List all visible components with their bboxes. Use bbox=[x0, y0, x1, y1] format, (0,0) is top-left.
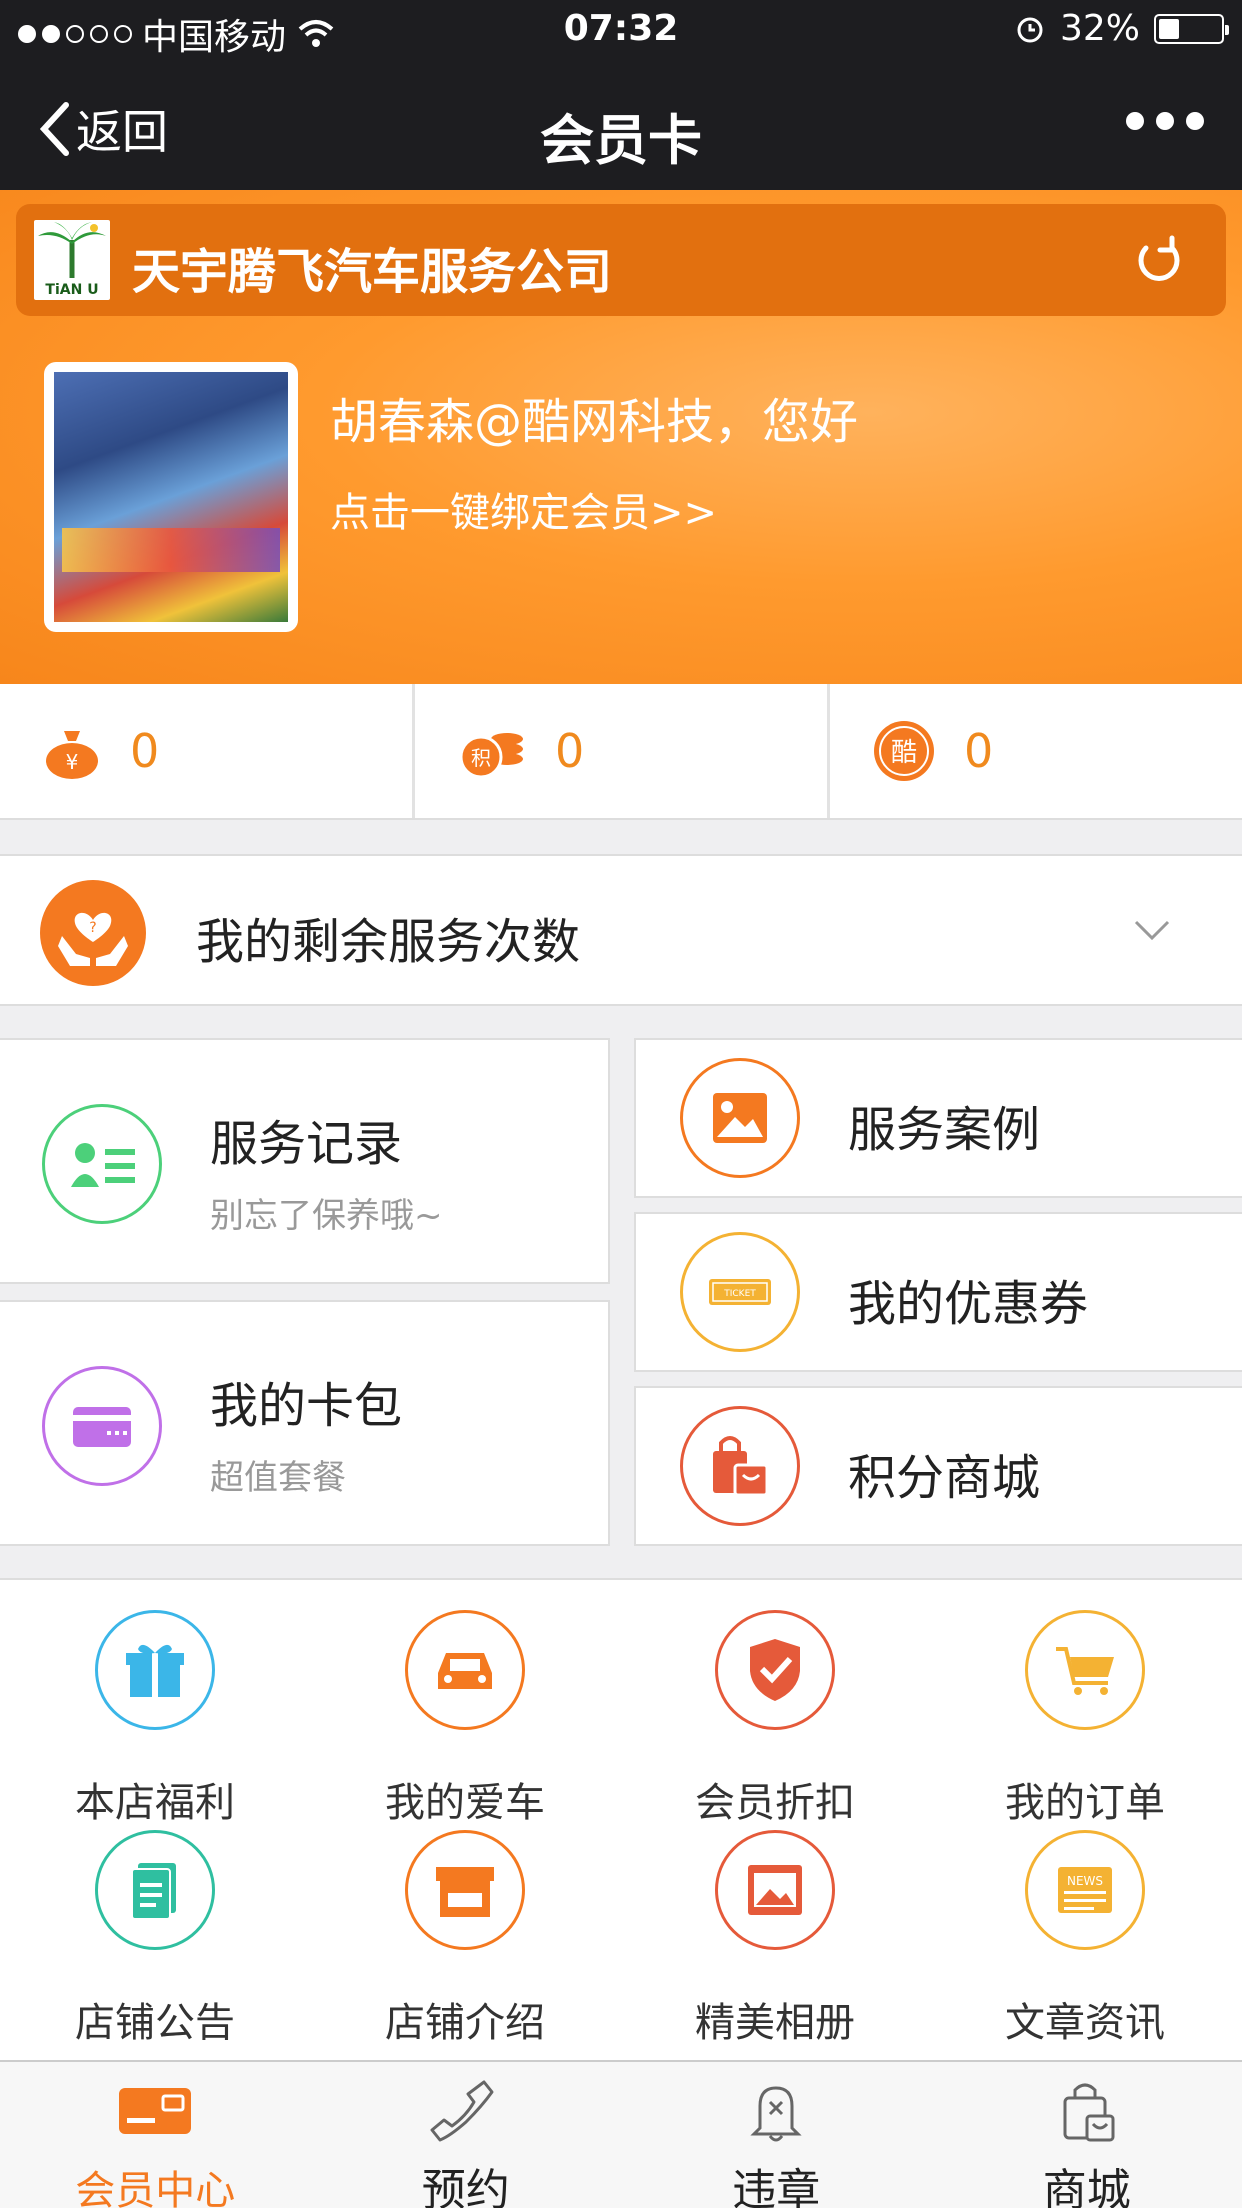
service-record-title: 服务记录 bbox=[210, 1116, 403, 1172]
svg-text:TICKET: TICKET bbox=[723, 1289, 756, 1299]
company-logo: TiAN U bbox=[34, 220, 110, 300]
refresh-icon[interactable] bbox=[1132, 234, 1184, 286]
service-record-card[interactable]: 服务记录 别忘了保养哦~ bbox=[0, 1038, 610, 1284]
grid-label: 本店福利 bbox=[75, 1780, 235, 1826]
bell-icon bbox=[750, 2086, 802, 2142]
svg-text:积: 积 bbox=[471, 746, 491, 770]
grid-item-store-benefits[interactable]: 本店福利 bbox=[0, 1610, 310, 1826]
service-cases-card[interactable]: 服务案例 bbox=[634, 1038, 1242, 1198]
shield-check-icon bbox=[715, 1610, 835, 1730]
grid-item-my-orders[interactable]: 我的订单 bbox=[930, 1610, 1240, 1826]
service-record-icon bbox=[42, 1104, 162, 1224]
money-bag-icon: ¥ bbox=[46, 731, 98, 779]
bottom-tab-bar: 会员中心 预约 违章 商城 bbox=[0, 2060, 1242, 2208]
svg-text:酷: 酷 bbox=[891, 738, 917, 768]
member-greeting: 胡春森@酷网科技，您好 bbox=[330, 394, 859, 450]
tab-label: 违章 bbox=[732, 2165, 821, 2208]
svg-text:¥: ¥ bbox=[66, 750, 79, 774]
chevron-down-icon bbox=[1134, 920, 1170, 941]
grid-label: 文章资讯 bbox=[1005, 2000, 1165, 2046]
tab-mall[interactable]: 商城 bbox=[932, 2062, 1242, 2208]
grid-label: 店铺公告 bbox=[75, 2000, 235, 2046]
more-menu-button[interactable] bbox=[1126, 112, 1204, 130]
grid-label: 我的爱车 bbox=[385, 1780, 545, 1826]
member-avatar[interactable] bbox=[44, 362, 298, 632]
shopping-bags-icon bbox=[680, 1406, 800, 1526]
cool-coin-stat[interactable]: 酷 0 bbox=[830, 684, 1242, 818]
svg-text:NEWS: NEWS bbox=[1067, 1874, 1103, 1888]
grid-item-articles[interactable]: NEWS 文章资讯 bbox=[930, 1830, 1240, 2046]
grid-item-member-discount[interactable]: 会员折扣 bbox=[620, 1610, 930, 1826]
remaining-services-row[interactable]: ? 我的剩余服务次数 bbox=[0, 854, 1242, 1006]
cool-coin-icon: 酷 bbox=[874, 721, 934, 781]
points-mall-title: 积分商城 bbox=[848, 1450, 1041, 1506]
balance-value: 0 bbox=[130, 724, 160, 778]
points-value: 0 bbox=[555, 724, 585, 778]
grid-label: 精美相册 bbox=[695, 2000, 855, 2046]
grid-item-photo-album[interactable]: 精美相册 bbox=[620, 1830, 930, 2046]
store-icon bbox=[405, 1830, 525, 1950]
avatar-photo bbox=[54, 372, 288, 622]
heart-hands-icon: ? bbox=[40, 880, 146, 986]
member-header: TiAN U 天宇腾飞汽车服务公司 胡春森@酷网科技，您好 点击一键绑定会员>> bbox=[0, 190, 1242, 684]
gift-icon bbox=[95, 1610, 215, 1730]
battery-percent: 32% bbox=[1059, 8, 1140, 49]
tab-appointment[interactable]: 预约 bbox=[311, 2062, 622, 2208]
tab-label: 商城 bbox=[1042, 2165, 1131, 2208]
grid-item-my-car[interactable]: 我的爱车 bbox=[310, 1610, 620, 1826]
news-icon: NEWS bbox=[1025, 1830, 1145, 1950]
page-title: 会员卡 bbox=[540, 109, 702, 172]
cool-coin-value: 0 bbox=[964, 724, 994, 778]
tab-member-center[interactable]: 会员中心 bbox=[0, 2062, 311, 2208]
remaining-services-label: 我的剩余服务次数 bbox=[196, 914, 581, 970]
photo-icon bbox=[680, 1058, 800, 1178]
points-stat[interactable]: 积 0 bbox=[415, 684, 830, 818]
battery-icon bbox=[1154, 13, 1229, 44]
logo-text: TiAN U bbox=[45, 282, 99, 298]
car-icon bbox=[405, 1610, 525, 1730]
card-wallet-subtitle: 超值套餐 bbox=[210, 1458, 346, 1498]
member-card-icon bbox=[119, 2088, 192, 2134]
palm-tree-icon bbox=[38, 222, 106, 278]
card-wallet-icon bbox=[42, 1366, 162, 1486]
grid-item-store-notice[interactable]: 店铺公告 bbox=[0, 1830, 310, 2046]
service-cases-title: 服务案例 bbox=[848, 1102, 1041, 1158]
card-wallet-title: 我的卡包 bbox=[210, 1378, 403, 1434]
tab-violations[interactable]: 违章 bbox=[621, 2062, 932, 2208]
points-mall-card[interactable]: 积分商城 bbox=[634, 1386, 1242, 1546]
svg-text:?: ? bbox=[89, 920, 96, 936]
grid-item-store-intro[interactable]: 店铺介绍 bbox=[310, 1830, 620, 2046]
company-name: 天宇腾飞汽车服务公司 bbox=[132, 244, 613, 300]
balance-stat[interactable]: ¥ 0 bbox=[0, 684, 415, 818]
points-coins-icon: 积 bbox=[459, 733, 523, 779]
shopping-bag-icon bbox=[1063, 2083, 1115, 2142]
grid-label: 我的订单 bbox=[1005, 1780, 1165, 1826]
tab-label: 会员中心 bbox=[75, 2168, 236, 2208]
feature-grid: 本店福利 我的爱车 会员折扣 我的订单 店铺公告 店铺介绍 精美相册 NEWS … bbox=[0, 1578, 1242, 2060]
document-icon bbox=[95, 1830, 215, 1950]
phone-icon bbox=[430, 2080, 494, 2142]
coupons-card[interactable]: TICKET 我的优惠券 bbox=[634, 1212, 1242, 1372]
navigation-bar: 返回 会员卡 bbox=[0, 62, 1242, 190]
tab-label: 预约 bbox=[421, 2165, 510, 2208]
service-record-subtitle: 别忘了保养哦~ bbox=[210, 1196, 443, 1236]
company-bar: TiAN U 天宇腾飞汽车服务公司 bbox=[16, 204, 1226, 316]
ticket-icon: TICKET bbox=[680, 1232, 800, 1352]
coupons-title: 我的优惠券 bbox=[848, 1276, 1089, 1332]
grid-label: 店铺介绍 bbox=[385, 2000, 545, 2046]
card-wallet-card[interactable]: 我的卡包 超值套餐 bbox=[0, 1300, 610, 1546]
alarm-icon bbox=[1017, 17, 1043, 42]
cart-icon bbox=[1025, 1610, 1145, 1730]
photo-album-icon bbox=[715, 1830, 835, 1950]
balance-stats: ¥ 0 积 0 酷 0 bbox=[0, 684, 1242, 820]
status-bar: 中国移动 07:32 32% bbox=[0, 0, 1242, 62]
grid-label: 会员折扣 bbox=[695, 1780, 855, 1826]
bind-member-link[interactable]: 点击一键绑定会员>> bbox=[330, 480, 717, 538]
status-right: 32% bbox=[1014, 8, 1229, 49]
